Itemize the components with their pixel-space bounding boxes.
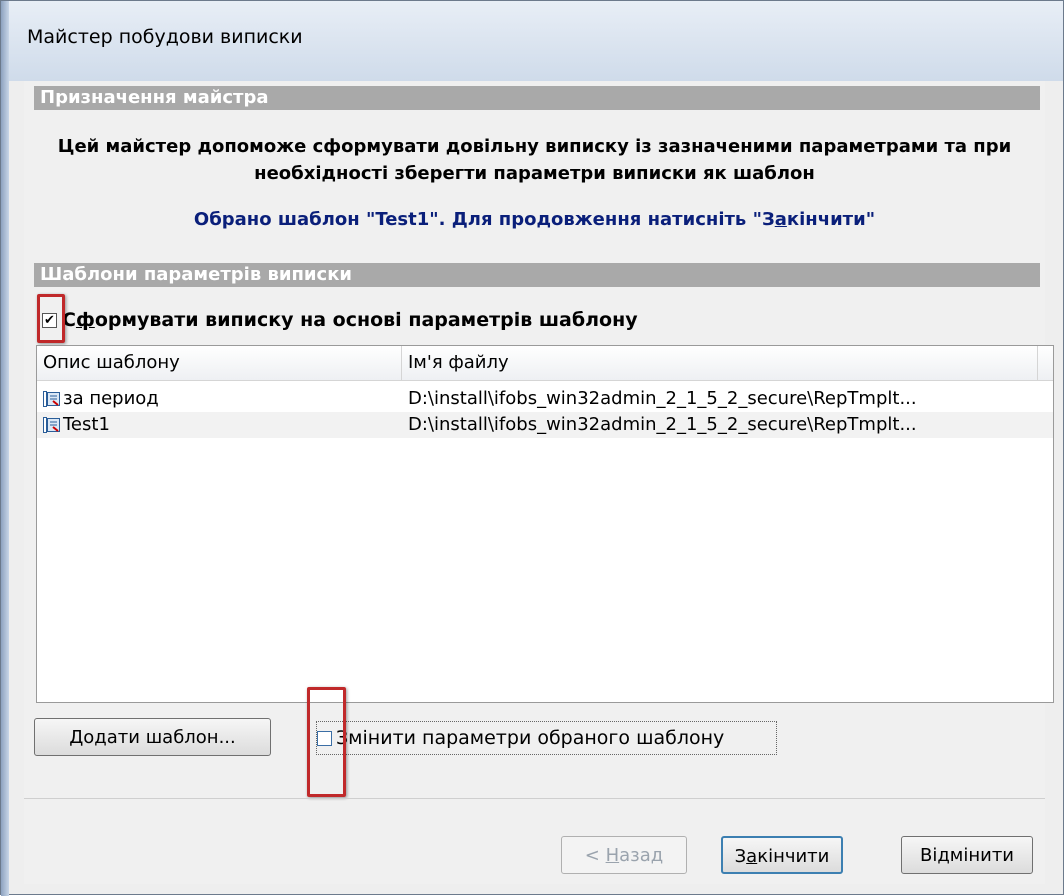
footer-separator [24, 798, 1045, 799]
list-header: Опис шаблону Ім'я файлу [37, 346, 1053, 381]
purpose-section-header: Призначення майстра [34, 86, 1040, 110]
title-bar[interactable]: Майстер побудови виписки [9, 1, 1063, 81]
table-row[interactable]: за период D:\install\ifobs_win32admin_2_… [37, 386, 1053, 412]
column-header-description[interactable]: Опис шаблону [37, 346, 402, 380]
template-file: D:\install\ifobs_win32admin_2_1_5_2_secu… [408, 388, 917, 409]
template-description: за период [63, 388, 159, 409]
change-params-label: Змінити параметри обраного шаблону [336, 727, 725, 749]
column-header-file[interactable]: Ім'я файлу [402, 346, 1038, 380]
wizard-window: Майстер побудови виписки Призначення май… [0, 0, 1064, 896]
template-icon [43, 391, 60, 407]
window-title: Майстер побудови виписки [27, 26, 303, 48]
template-icon [43, 417, 60, 433]
finish-button[interactable]: Закінчити [721, 836, 843, 874]
change-params-option[interactable]: Змінити параметри обраного шаблону [316, 721, 777, 755]
template-description: Test1 [63, 414, 110, 435]
selected-template-message: Обрано шаблон "Test1". Для продовження н… [193, 209, 876, 230]
highlight-frame-checkbox [37, 294, 65, 343]
templates-list[interactable]: Опис шаблону Ім'я файлу за период D:\ins… [36, 345, 1054, 703]
wizard-content: Призначення майстра Цей майстер допоможе… [24, 81, 1054, 884]
templates-section-header: Шаблони параметрів виписки [34, 263, 1040, 287]
template-file: D:\install\ifobs_win32admin_2_1_5_2_secu… [408, 414, 917, 435]
back-button[interactable]: < Назад [561, 836, 687, 874]
table-row[interactable]: Test1 D:\install\ifobs_win32admin_2_1_5_… [37, 412, 1053, 438]
window-frame-left [1, 1, 9, 896]
use-template-option[interactable]: ✔ Сформувати виписку на основі параметрі… [42, 309, 638, 331]
highlight-frame-change-params [307, 687, 346, 797]
add-template-button[interactable]: Додати шаблон... [34, 718, 271, 756]
wizard-description: Цей майстер допоможе сформувати довільну… [57, 136, 1012, 184]
cancel-button[interactable]: Відмінити [901, 836, 1033, 874]
use-template-label: Сформувати виписку на основі параметрів … [62, 309, 638, 331]
